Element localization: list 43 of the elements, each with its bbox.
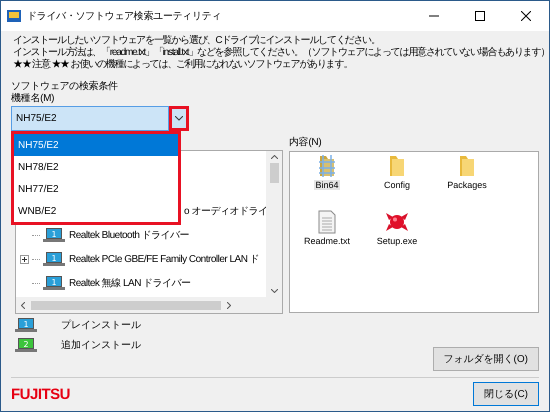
tree-item[interactable]: Realtek 無線 LAN ドライバー — [69, 276, 191, 290]
legend-label: 追加インストール — [61, 338, 141, 352]
close-icon[interactable] — [521, 11, 531, 21]
dropdown-option[interactable]: NH77/E2 — [14, 178, 178, 200]
maximize-icon[interactable] — [475, 11, 485, 21]
scroll-thumb[interactable] — [31, 300, 221, 310]
model-dropdown[interactable]: NH75/E2 — [11, 106, 169, 131]
file-name[interactable]: Readme.txt — [302, 236, 352, 246]
window-title: ドライバ・ソフトウェア検索ユーティリティ — [27, 10, 222, 23]
folder-icon — [316, 154, 338, 178]
dropdown-option[interactable]: NH78/E2 — [14, 156, 178, 178]
document-icon — [316, 210, 338, 234]
open-folder-button[interactable]: フォルダを開く(O) — [432, 347, 539, 371]
scroll-right-icon[interactable] — [227, 302, 231, 308]
vertical-scrollbar[interactable] — [266, 151, 282, 297]
dropdown-option[interactable]: NH75/E2 — [14, 134, 178, 156]
model-label: 機種名(M) — [11, 93, 56, 105]
scroll-thumb[interactable] — [270, 163, 278, 183]
close-button[interactable]: 閉じる(C) — [473, 382, 539, 406]
file-name[interactable]: Setup.exe — [376, 236, 418, 246]
contents-label: 内容(N) — [289, 137, 322, 149]
company-logo: FUJITSU — [11, 386, 70, 402]
instruction-text: ★★ 注意 ★★ お使いの機種によっては、ご利用になれないソフトウェアがあります。 — [13, 59, 352, 71]
horizontal-scrollbar[interactable] — [16, 297, 282, 313]
file-name[interactable]: Packages — [446, 180, 488, 190]
scroll-up-icon[interactable] — [270, 155, 278, 159]
file-name[interactable]: Config — [382, 180, 411, 190]
app-icon — [7, 9, 21, 23]
tree-item[interactable]: Realtek Bluetooth ドライバー — [69, 228, 190, 242]
dropdown-option[interactable]: WNB/E2 — [14, 200, 178, 222]
file-name[interactable]: Bin64 — [314, 180, 340, 190]
chevron-icon — [175, 116, 183, 121]
setup-icon — [385, 210, 409, 234]
search-criteria-label: ソフトウェアの検索条件 — [11, 81, 119, 92]
legend-label: プレインストール — [61, 318, 141, 332]
instruction-text: インストールしたいソフトウェアを一覧から選び、Cドライブにインストールしてください。 — [13, 35, 380, 46]
tree-item[interactable]: o オーディオドライ — [184, 204, 268, 218]
instruction-text: インストール方法は、「readme.txt」「install.txt」などを参照してください。（ソフトウェアによっては用意されていない場合もあります） — [13, 47, 549, 58]
dropdown-button[interactable] — [169, 106, 189, 131]
expand-icon[interactable] — [20, 254, 29, 264]
scroll-down-icon[interactable] — [270, 289, 278, 293]
scroll-left-icon[interactable] — [21, 302, 25, 308]
tree-item[interactable]: Realtek PCIe GBE/FE Family Controller LAN ド — [69, 252, 260, 266]
